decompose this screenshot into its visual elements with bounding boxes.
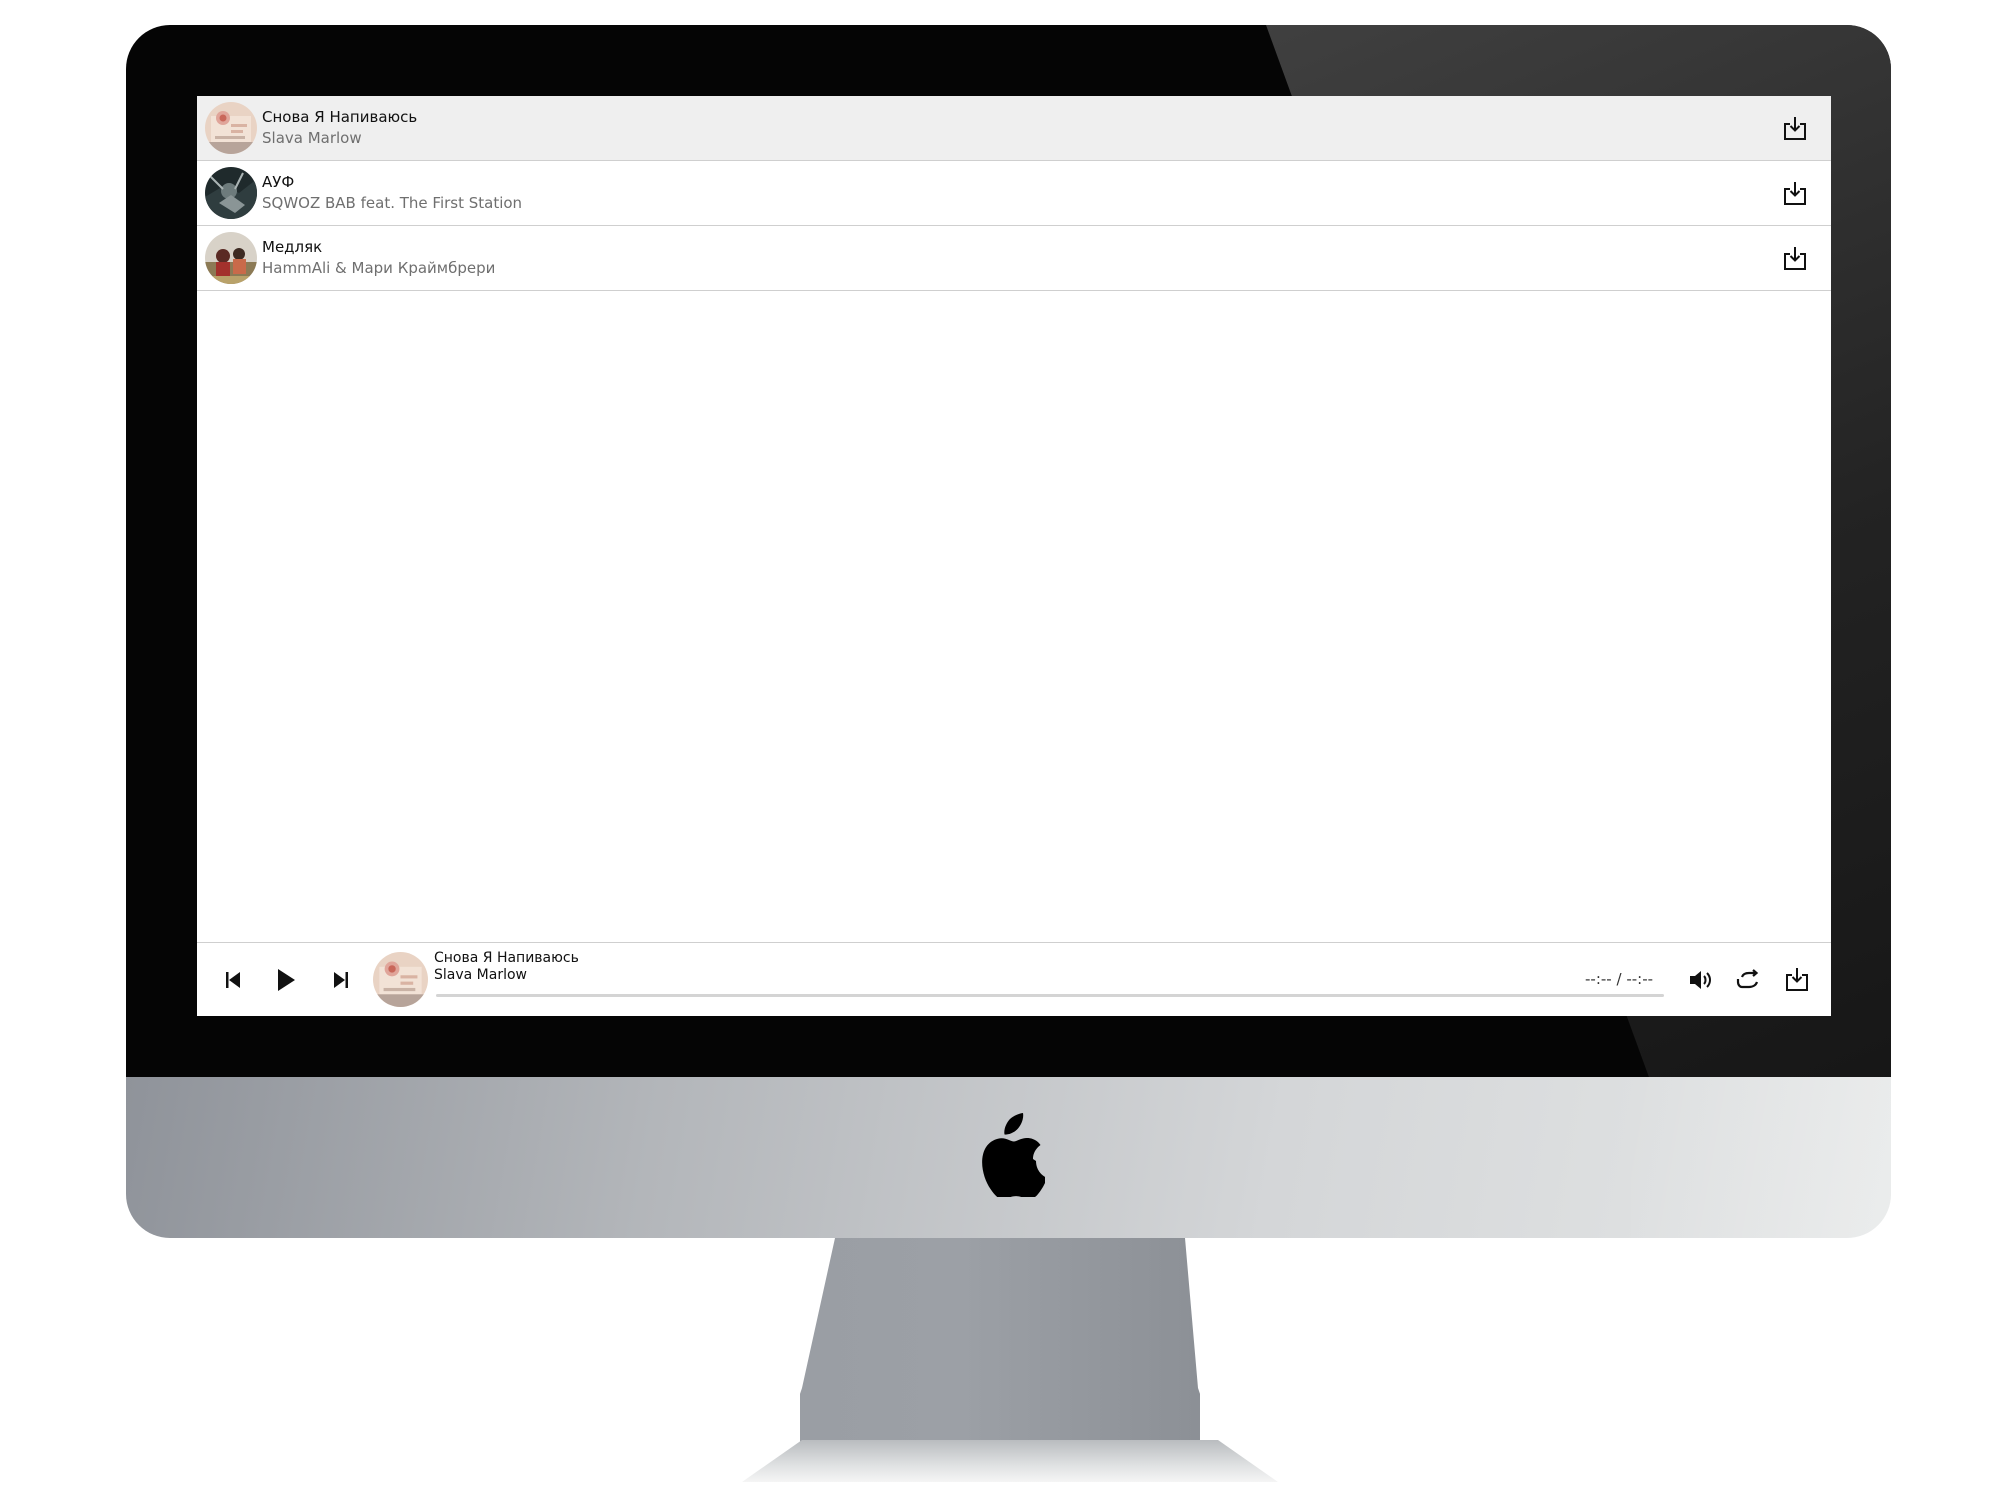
track-row[interactable]: АУФ SQWOZ BAB feat. The First Station	[197, 161, 1831, 226]
previous-icon[interactable]	[221, 967, 245, 993]
track-text: Снова Я Напиваюсь Slava Marlow	[262, 107, 417, 149]
app-screen: Снова Я Напиваюсь Slava Marlow АУФ SQWOZ…	[197, 96, 1831, 1016]
next-icon[interactable]	[329, 967, 353, 993]
monitor-stand-foot	[742, 1440, 1278, 1482]
download-icon[interactable]	[1783, 964, 1811, 994]
track-row[interactable]: Медляк HammAli & Мари Краймбрери	[197, 226, 1831, 291]
now-playing-artist: Slava Marlow	[434, 967, 527, 983]
now-playing-title: Снова Я Напиваюсь	[434, 950, 579, 966]
apple-logo-icon	[982, 1113, 1045, 1197]
download-icon[interactable]	[1781, 179, 1809, 207]
track-text: АУФ SQWOZ BAB feat. The First Station	[262, 172, 522, 214]
track-artist: SQWOZ BAB feat. The First Station	[262, 194, 523, 212]
total-time: --:--	[1626, 970, 1654, 988]
album-cover-icon	[205, 232, 257, 284]
track-row[interactable]: Снова Я Напиваюсь Slava Marlow	[197, 96, 1831, 161]
player-bar: Снова Я Напиваюсь Slava Marlow --:-- / -…	[197, 942, 1831, 1016]
progress-bar[interactable]	[436, 994, 1664, 997]
album-cover-icon	[205, 102, 257, 154]
volume-icon[interactable]	[1687, 966, 1715, 994]
download-icon[interactable]	[1781, 244, 1809, 272]
track-title: Снова Я Напиваюсь	[262, 108, 418, 126]
monitor-stand	[800, 1238, 1200, 1453]
album-cover-icon	[205, 167, 257, 219]
track-list: Снова Я Напиваюсь Slava Marlow АУФ SQWOZ…	[197, 96, 1831, 291]
track-text: Медляк HammAli & Мари Краймбрери	[262, 237, 495, 279]
now-playing-cover-icon	[373, 952, 428, 1007]
track-title: Медляк	[262, 238, 323, 256]
chin-sheen	[1631, 1077, 1891, 1238]
repeat-icon[interactable]	[1735, 966, 1763, 994]
time-display: --:-- / --:--	[1585, 970, 1653, 988]
play-icon[interactable]	[273, 965, 299, 995]
time-separator: /	[1611, 970, 1627, 988]
track-title: АУФ	[262, 173, 295, 191]
current-time: --:--	[1585, 970, 1612, 988]
track-artist: Slava Marlow	[262, 129, 362, 147]
track-artist: HammAli & Мари Краймбрери	[262, 259, 496, 277]
download-icon[interactable]	[1781, 114, 1809, 142]
